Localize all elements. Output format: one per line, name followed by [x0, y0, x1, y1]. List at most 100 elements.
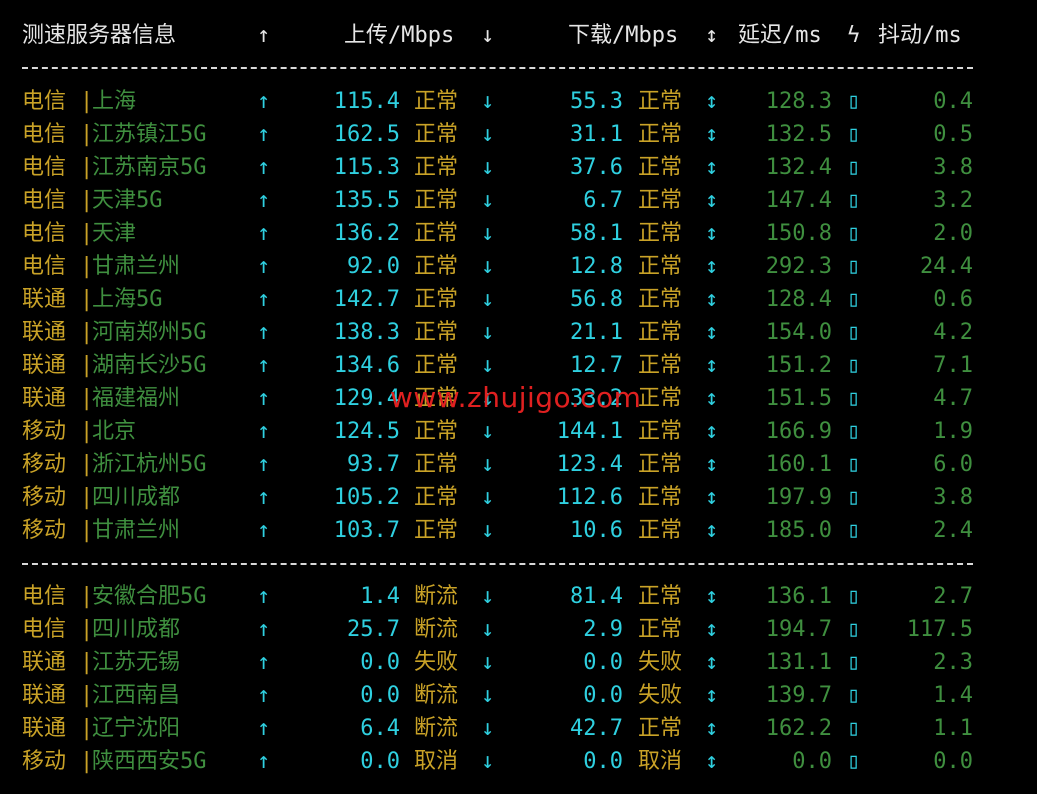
status-box-icon: ▯ — [847, 716, 861, 741]
updown-arrow-icon: ↕ — [705, 188, 719, 213]
status-box-icon: ▯ — [847, 353, 861, 378]
up-arrow-icon: ↑ — [257, 716, 271, 741]
up-arrow-icon: ↑ — [257, 419, 271, 444]
upload-value: 92.0 — [347, 254, 400, 279]
latency-value: 160.1 — [765, 452, 832, 477]
up-arrow-icon: ↑ — [257, 584, 271, 609]
up-arrow-icon: ↑ — [257, 221, 271, 246]
upload-status: 正常 — [414, 254, 459, 279]
upload-value: 0.0 — [360, 683, 400, 708]
upload-value: 162.5 — [333, 122, 400, 147]
download-value: 42.7 — [570, 716, 623, 741]
down-arrow-icon: ↓ — [481, 452, 495, 477]
upload-value: 0.0 — [360, 749, 400, 774]
down-arrow-icon: ↓ — [481, 188, 495, 213]
download-status: 取消 — [638, 749, 683, 774]
up-arrow-icon: ↑ — [257, 683, 271, 708]
download-status: 失败 — [638, 650, 683, 675]
upload-status: 正常 — [414, 122, 459, 147]
provider-label: 联通 — [22, 683, 67, 708]
down-arrow-icon: ↓ — [481, 221, 495, 246]
location-label: 湖南长沙5G — [92, 353, 207, 378]
status-box-icon: ▯ — [847, 188, 861, 213]
up-arrow-icon: ↑ — [257, 617, 271, 642]
up-arrow-icon: ↑ — [257, 749, 271, 774]
up-arrow-icon: ↑ — [257, 518, 271, 543]
up-arrow-icon: ↑ — [257, 89, 271, 114]
download-value: 123.4 — [556, 452, 623, 477]
upload-status: 正常 — [414, 320, 459, 345]
location-label: 江苏南京5G — [92, 155, 207, 180]
download-status: 正常 — [638, 518, 683, 543]
jitter-value: 4.2 — [933, 320, 973, 345]
status-box-icon: ▯ — [847, 254, 861, 279]
header-upload: 上传/Mbps — [344, 23, 455, 48]
header-jitter: 抖动/ms — [878, 23, 962, 48]
status-box-icon: ▯ — [847, 122, 861, 147]
upload-status: 正常 — [414, 287, 459, 312]
down-arrow-icon: ↓ — [481, 287, 495, 312]
download-status: 正常 — [638, 122, 683, 147]
updown-arrow-icon: ↕ — [705, 485, 719, 510]
location-label: 甘肃兰州 — [92, 254, 181, 279]
latency-value: 150.8 — [765, 221, 832, 246]
upload-value: 124.5 — [333, 419, 400, 444]
jitter-value: 7.1 — [933, 353, 973, 378]
table-row: 移动 | 北京 ↑ 124.5 正常 ↓ 144.1 正常 ↕ 166.9 ▯ 1.9 — [0, 415, 1037, 448]
table-row: 联通 | 上海5G ↑ 142.7 正常 ↓ 56.8 正常 ↕ 128.4 ▯ 0.6 — [0, 283, 1037, 316]
provider-label: 联通 — [22, 386, 67, 411]
download-status: 正常 — [638, 452, 683, 477]
location-label: 浙江杭州5G — [92, 452, 207, 477]
upload-status: 正常 — [414, 419, 459, 444]
updown-arrow-icon: ↕ — [705, 254, 719, 279]
latency-value: 166.9 — [765, 419, 832, 444]
updown-arrow-icon: ↕ — [705, 419, 719, 444]
jitter-value: 2.7 — [933, 584, 973, 609]
upload-status: 正常 — [414, 518, 459, 543]
jitter-value: 4.7 — [933, 386, 973, 411]
upload-value: 93.7 — [347, 452, 400, 477]
updown-arrow-icon: ↕ — [705, 386, 719, 411]
upload-status: 正常 — [414, 188, 459, 213]
table-row: 联通 | 辽宁沈阳 ↑ 6.4 断流 ↓ 42.7 正常 ↕ 162.2 ▯ 1.1 — [0, 712, 1037, 745]
download-status: 正常 — [638, 155, 683, 180]
up-arrow-icon: ↑ — [257, 188, 271, 213]
jitter-value: 0.5 — [933, 122, 973, 147]
jitter-value: 3.8 — [933, 485, 973, 510]
latency-value: 185.0 — [765, 518, 832, 543]
up-arrow-icon: ↑ — [257, 320, 271, 345]
header-server-info: 测速服务器信息 — [22, 23, 177, 48]
provider-label: 电信 — [22, 617, 67, 642]
table-row: 电信 | 四川成都 ↑ 25.7 断流 ↓ 2.9 正常 ↕ 194.7 ▯ 117.5 — [0, 613, 1037, 646]
jitter-value: 3.8 — [933, 155, 973, 180]
status-box-icon: ▯ — [847, 584, 861, 609]
header-up-arrow-icon: ↑ — [257, 23, 271, 48]
latency-value: 151.5 — [765, 386, 832, 411]
upload-status: 断流 — [414, 683, 459, 708]
status-box-icon: ▯ — [847, 485, 861, 510]
updown-arrow-icon: ↕ — [705, 221, 719, 246]
down-arrow-icon: ↓ — [481, 716, 495, 741]
up-arrow-icon: ↑ — [257, 122, 271, 147]
download-status: 正常 — [638, 419, 683, 444]
provider-label: 移动 — [22, 518, 67, 543]
upload-status: 断流 — [414, 584, 459, 609]
latency-value: 131.1 — [765, 650, 832, 675]
location-label: 天津 — [92, 221, 137, 246]
upload-value: 134.6 — [333, 353, 400, 378]
provider-label: 电信 — [22, 254, 67, 279]
watermark: www.zhujigo.com — [390, 381, 642, 414]
location-label: 陕西西安5G — [92, 749, 207, 774]
up-arrow-icon: ↑ — [257, 287, 271, 312]
updown-arrow-icon: ↕ — [705, 353, 719, 378]
download-value: 0.0 — [583, 650, 623, 675]
status-box-icon: ▯ — [847, 518, 861, 543]
download-status: 正常 — [638, 485, 683, 510]
jitter-value: 1.1 — [933, 716, 973, 741]
table-row: 电信 | 上海 ↑ 115.4 正常 ↓ 55.3 正常 ↕ 128.3 ▯ 0.4 — [0, 85, 1037, 118]
upload-value: 142.7 — [333, 287, 400, 312]
updown-arrow-icon: ↕ — [705, 749, 719, 774]
table-row: 电信 | 甘肃兰州 ↑ 92.0 正常 ↓ 12.8 正常 ↕ 292.3 ▯ 24.4 — [0, 250, 1037, 283]
upload-value: 129.4 — [333, 386, 400, 411]
table-row: 电信 | 天津 ↑ 136.2 正常 ↓ 58.1 正常 ↕ 150.8 ▯ 2.0 — [0, 217, 1037, 250]
